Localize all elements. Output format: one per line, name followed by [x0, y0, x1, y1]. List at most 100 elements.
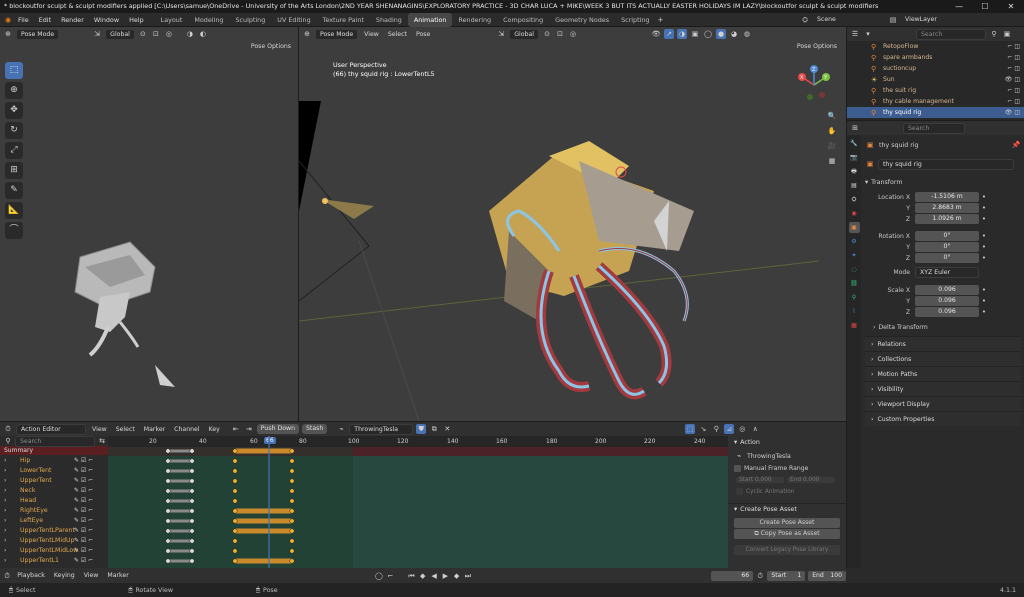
sort-arrows-icon[interactable]: ⇆ [97, 436, 107, 446]
jump-start-icon[interactable]: ⏮ [407, 571, 415, 581]
menu-render[interactable]: Render [56, 13, 89, 27]
tab-animation[interactable]: Animation [407, 12, 453, 27]
ae-menu-key[interactable]: Key [206, 426, 223, 433]
channel-toggles[interactable]: ✎ ☑ ⌐ [74, 517, 93, 524]
summary-channel[interactable]: Summary [0, 446, 108, 455]
channel-toggles[interactable]: ✎ ☑ ⌐ [74, 457, 93, 464]
rendered-shading-icon[interactable]: ◍ [742, 29, 752, 39]
channel-hip[interactable]: › Hip ✎ ☑ ⌐ [0, 455, 108, 465]
constraints-tab-icon[interactable]: ⛓ [849, 278, 860, 289]
tab-layout[interactable]: Layout [155, 13, 189, 27]
new-collection-icon[interactable]: ▣ [1002, 29, 1012, 39]
material-shading-icon[interactable]: ◕ [729, 29, 739, 39]
channel-toggles[interactable]: ✎ ☑ ⌐ [74, 497, 93, 504]
keyframe-dot-icon[interactable]: • [979, 285, 989, 295]
outliner-editor-icon[interactable]: ☰ [850, 29, 860, 39]
texture-tab-icon[interactable]: ▦ [849, 320, 860, 331]
panel-collections[interactable]: › Collections [865, 351, 1021, 366]
channel-toggles[interactable]: ✎ ☑ ⌐ [74, 487, 93, 494]
tl-menu-playback[interactable]: Playback [14, 572, 48, 579]
measure-tool-icon[interactable]: 📐 [5, 202, 23, 219]
pan-hand-icon[interactable]: ✋ [827, 126, 837, 136]
main-3d-viewport[interactable]: ⊕ Pose Mode View Select Pose ⇲ Global ⊙ … [299, 27, 846, 421]
overlay-icon[interactable]: ◑ [185, 29, 195, 39]
prev-action-icon[interactable]: ⇤ [231, 424, 241, 434]
location-x-field[interactable]: -1.5106 m [915, 192, 979, 202]
create-pose-asset-button[interactable]: Create Pose Asset [734, 518, 840, 528]
render-tab-icon[interactable]: 📷 [849, 152, 860, 163]
proportional-edit-icon[interactable]: ◎ [737, 424, 747, 434]
channel-uppertentlmidup[interactable]: › UpperTentLMidUp ✎ ☑ ⌐ [0, 535, 108, 545]
visibility-eye-icon[interactable]: ⌐ ◫ [1007, 54, 1020, 61]
tl-menu-keying[interactable]: Keying [51, 572, 78, 579]
blender-logo-icon[interactable]: ◉ [3, 15, 13, 25]
outliner-item[interactable]: ⚲ spare armbands ⌐ ◫ [847, 52, 1024, 63]
view-layer-tab-icon[interactable]: ▤ [849, 180, 860, 191]
keyframe-dot-icon[interactable]: • [979, 192, 989, 202]
menu-window[interactable]: Window [89, 13, 124, 27]
cursor-tool-icon[interactable]: ⊕ [5, 82, 23, 99]
viewlayer-selector[interactable]: ViewLayer [902, 16, 940, 23]
panel-motion-paths[interactable]: › Motion Paths [865, 366, 1021, 381]
tab-shading[interactable]: Shading [370, 13, 408, 27]
tab-rendering[interactable]: Rendering [452, 13, 497, 27]
panel-viewport-display[interactable]: › Viewport Display [865, 396, 1021, 411]
move-tool-icon[interactable]: ✥ [5, 102, 23, 119]
prev-key-icon[interactable]: ◆ [419, 571, 427, 581]
tab-texture-paint[interactable]: Texture Paint [317, 13, 370, 27]
channel-uppertentl1[interactable]: › UpperTentL1 ✎ ☑ ⌐ [0, 555, 108, 565]
push-down-button[interactable]: Push Down [256, 424, 299, 434]
main-menu-pose[interactable]: Pose [413, 31, 433, 38]
channel-lowertent[interactable]: › LowerTent ✎ ☑ ⌐ [0, 465, 108, 475]
next-key-icon[interactable]: ◆ [452, 571, 460, 581]
tool-tab-icon[interactable]: 🔧 [849, 138, 860, 149]
fake-user-shield-icon[interactable]: ⛊ [416, 424, 427, 434]
main-mode-dropdown[interactable]: Pose Mode [315, 28, 359, 40]
left-mode-dropdown[interactable]: Pose Mode [16, 28, 60, 40]
proportional-icon-main[interactable]: ◎ [568, 29, 578, 39]
tab-uv-editing[interactable]: UV Editing [271, 13, 316, 27]
location-z-field[interactable]: 1.0926 m [915, 214, 979, 224]
copy-pose-as-asset-button[interactable]: ⧉ Copy Pose as Asset [734, 529, 840, 539]
close-window-button[interactable]: ✕ [998, 0, 1024, 13]
outliner-item[interactable]: ☀ Sun 👁 ◫ [847, 74, 1024, 85]
datablock-name-field[interactable]: thy squid rig [878, 158, 1014, 170]
filter-visible-icon[interactable]: ↘ [698, 424, 708, 434]
grid-view-icon[interactable]: ▦ [827, 156, 837, 166]
outliner-search-input[interactable]: Search [916, 28, 986, 40]
filter-icon[interactable]: ⚲ [989, 29, 999, 39]
left-3d-viewport[interactable]: ⊕ Pose Mode ⇲ Global ⊙ ⊡ ◎ ◑ ◐ Pose Opti… [0, 27, 298, 421]
channel-righteye[interactable]: › RightEye ✎ ☑ ⌐ [0, 505, 108, 515]
annotate-tool-icon[interactable]: ✎ [5, 182, 23, 199]
channel-toggles[interactable]: ✎ ☑ ⌐ [74, 527, 93, 534]
panel-relations[interactable]: › Relations [865, 336, 1021, 351]
channel-toggles[interactable]: ✎ ☑ ⌐ [74, 547, 93, 554]
tab-sculpting[interactable]: Sculpting [229, 13, 271, 27]
visibility-eye-icon[interactable]: 👁 ◫ [1005, 76, 1020, 83]
scale-z-field[interactable]: 0.096 [915, 307, 979, 317]
transform-tool-icon[interactable]: ⊞ [5, 162, 23, 179]
rotation-z-field[interactable]: 0° [915, 253, 979, 263]
transform-panel-header[interactable]: ▾ Transform [865, 175, 1021, 189]
keying-set-icon[interactable]: ⌐ [386, 571, 394, 581]
next-action-icon[interactable]: ⇥ [244, 424, 254, 434]
editor-mode-dropdown[interactable]: Action Editor [16, 423, 86, 435]
visibility-eye-icon[interactable]: ⌐ ◫ [1007, 65, 1020, 72]
main-menu-select[interactable]: Select [385, 31, 410, 38]
snapping-icon[interactable]: ⊿ [724, 424, 735, 434]
tl-menu-view[interactable]: View [81, 572, 102, 579]
visibility-eye-icon[interactable]: ⌐ ◫ [1007, 98, 1020, 105]
jump-end-icon[interactable]: ⏭ [464, 571, 472, 581]
zoom-icon[interactable]: 🔍 [827, 111, 837, 121]
channel-toggles[interactable]: ✎ ☑ ⌐ [74, 507, 93, 514]
gizmo-toggle-icon[interactable]: ↗ [664, 29, 675, 39]
panel-custom-properties[interactable]: › Custom Properties [865, 411, 1021, 426]
outliner-item[interactable]: ⚲ the suit rig ⌐ ◫ [847, 85, 1024, 96]
bone-tab-icon[interactable]: ⌇ [849, 306, 860, 317]
world-tab-icon[interactable]: ◉ [849, 208, 860, 219]
channel-head[interactable]: › Head ✎ ☑ ⌐ [0, 495, 108, 505]
outliner-display-icon[interactable]: ▾ [863, 29, 873, 39]
keyframe-dot-icon[interactable]: • [979, 242, 989, 252]
channel-lefteye[interactable]: › LeftEye ✎ ☑ ⌐ [0, 515, 108, 525]
visibility-icon-main[interactable]: 👁 [651, 29, 661, 39]
